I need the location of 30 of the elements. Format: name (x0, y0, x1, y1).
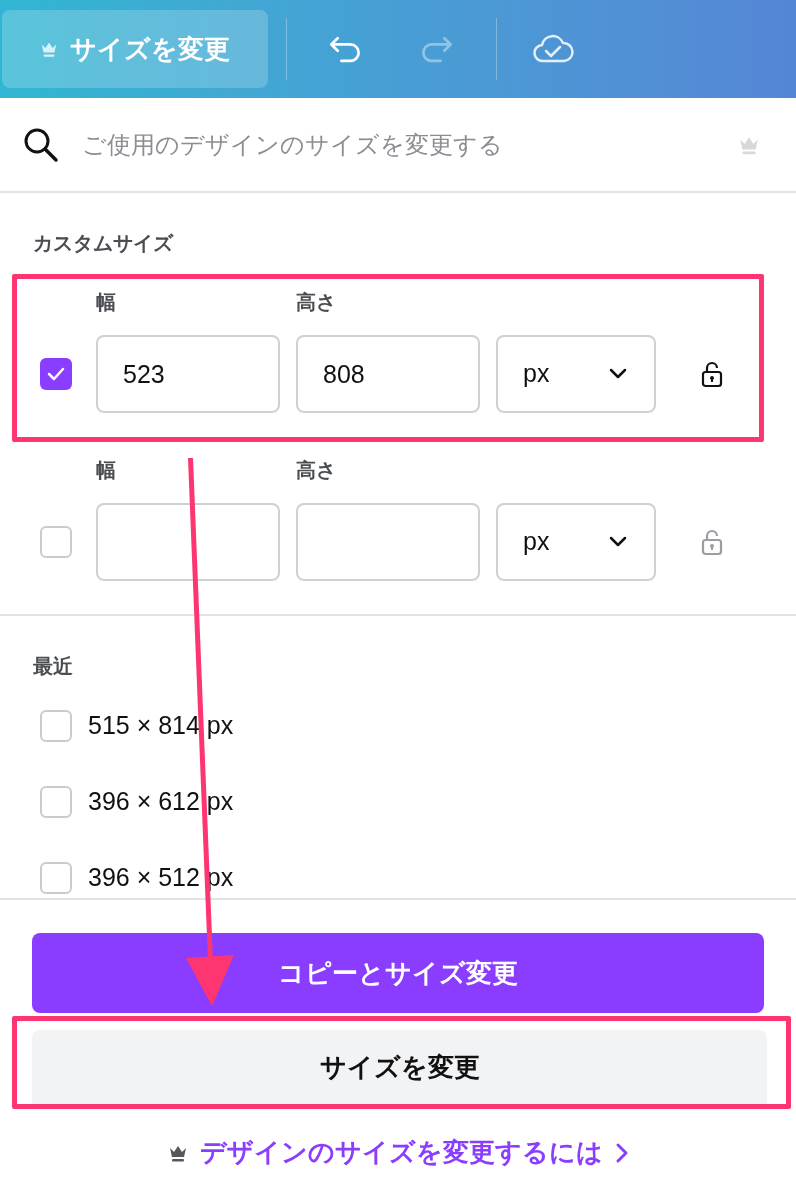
field-label: 幅 (96, 458, 117, 483)
checkbox[interactable] (40, 710, 72, 742)
crown-icon (40, 40, 58, 58)
field-label: 高さ (296, 458, 336, 483)
number-field[interactable]: 808 (296, 335, 480, 413)
chevron-down-icon (608, 368, 628, 380)
unit-dropdown[interactable]: px (496, 503, 656, 581)
lock-icon (701, 528, 723, 556)
number-field[interactable] (96, 503, 280, 581)
resize-button[interactable]: サイズを変更 (32, 1030, 767, 1104)
size-label: 396 × 612 px (88, 786, 234, 818)
section-heading: 最近 (32, 654, 74, 679)
field-label: 幅 (96, 290, 117, 315)
checkbox[interactable] (40, 358, 72, 390)
search-field[interactable]: ご使用のデザインのサイズを変更する (82, 119, 738, 170)
checkbox[interactable] (40, 786, 72, 818)
number-field[interactable]: 523 (96, 335, 280, 413)
lock-button[interactable] (700, 359, 724, 389)
size-label: 515 × 814 px (88, 710, 234, 742)
field-label: 高さ (296, 290, 336, 315)
number-field[interactable] (296, 503, 480, 581)
lock-icon (701, 360, 723, 388)
section-heading: カスタムサイズ (32, 231, 175, 256)
copy-and-resize-button[interactable]: コピーとサイズ変更 (32, 933, 764, 1013)
upgrade-link[interactable]: デザインのサイズを変更するには (199, 1133, 603, 1172)
chevron-down-icon (608, 536, 628, 548)
chevron-right-icon (614, 1141, 629, 1164)
checkbox[interactable] (40, 526, 72, 558)
unit-dropdown[interactable]: px (496, 335, 656, 413)
checkbox[interactable] (40, 862, 72, 894)
